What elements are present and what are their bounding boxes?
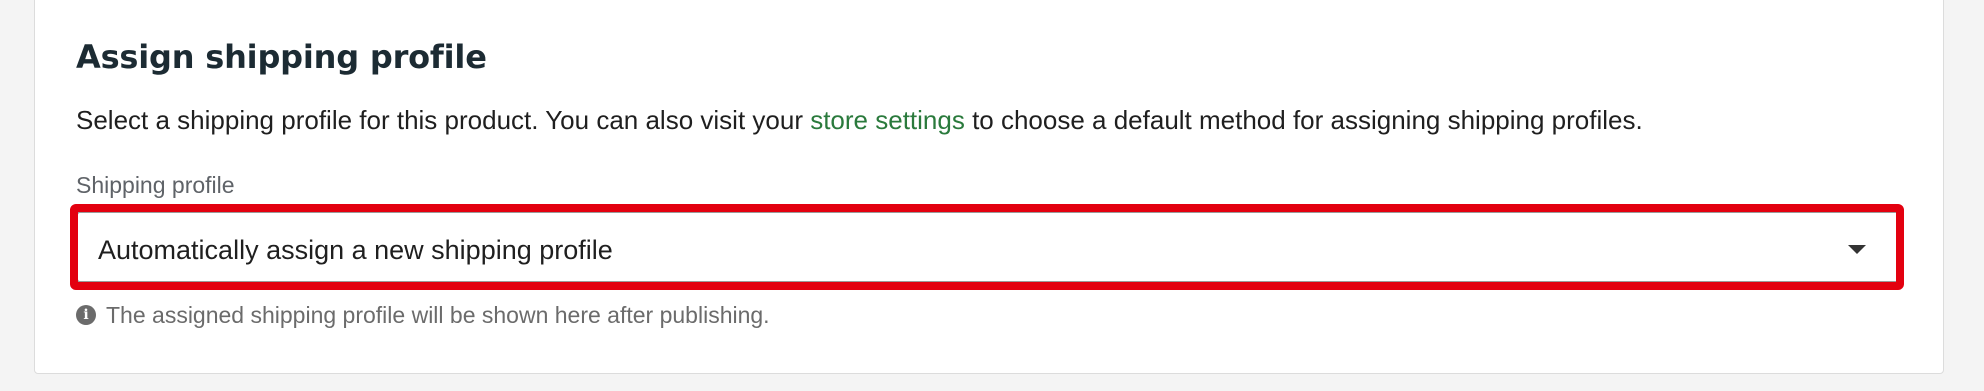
description-text-before: Select a shipping profile for this produ… (76, 105, 811, 135)
shipping-profile-selected-value: Automatically assign a new shipping prof… (98, 235, 613, 265)
help-text: The assigned shipping profile will be sh… (106, 301, 770, 328)
store-settings-link[interactable]: store settings (810, 105, 965, 135)
chevron-down-icon (1848, 245, 1866, 254)
section-description: Select a shipping profile for this produ… (76, 105, 1643, 136)
shipping-profile-select[interactable]: Automatically assign a new shipping prof… (76, 211, 1900, 283)
info-icon: i (76, 305, 96, 325)
section-title: Assign shipping profile (76, 38, 487, 76)
shipping-profile-help: i The assigned shipping profile will be … (76, 302, 770, 328)
shipping-profile-label: Shipping profile (76, 172, 235, 198)
description-text-after: to choose a default method for assigning… (964, 105, 1643, 135)
